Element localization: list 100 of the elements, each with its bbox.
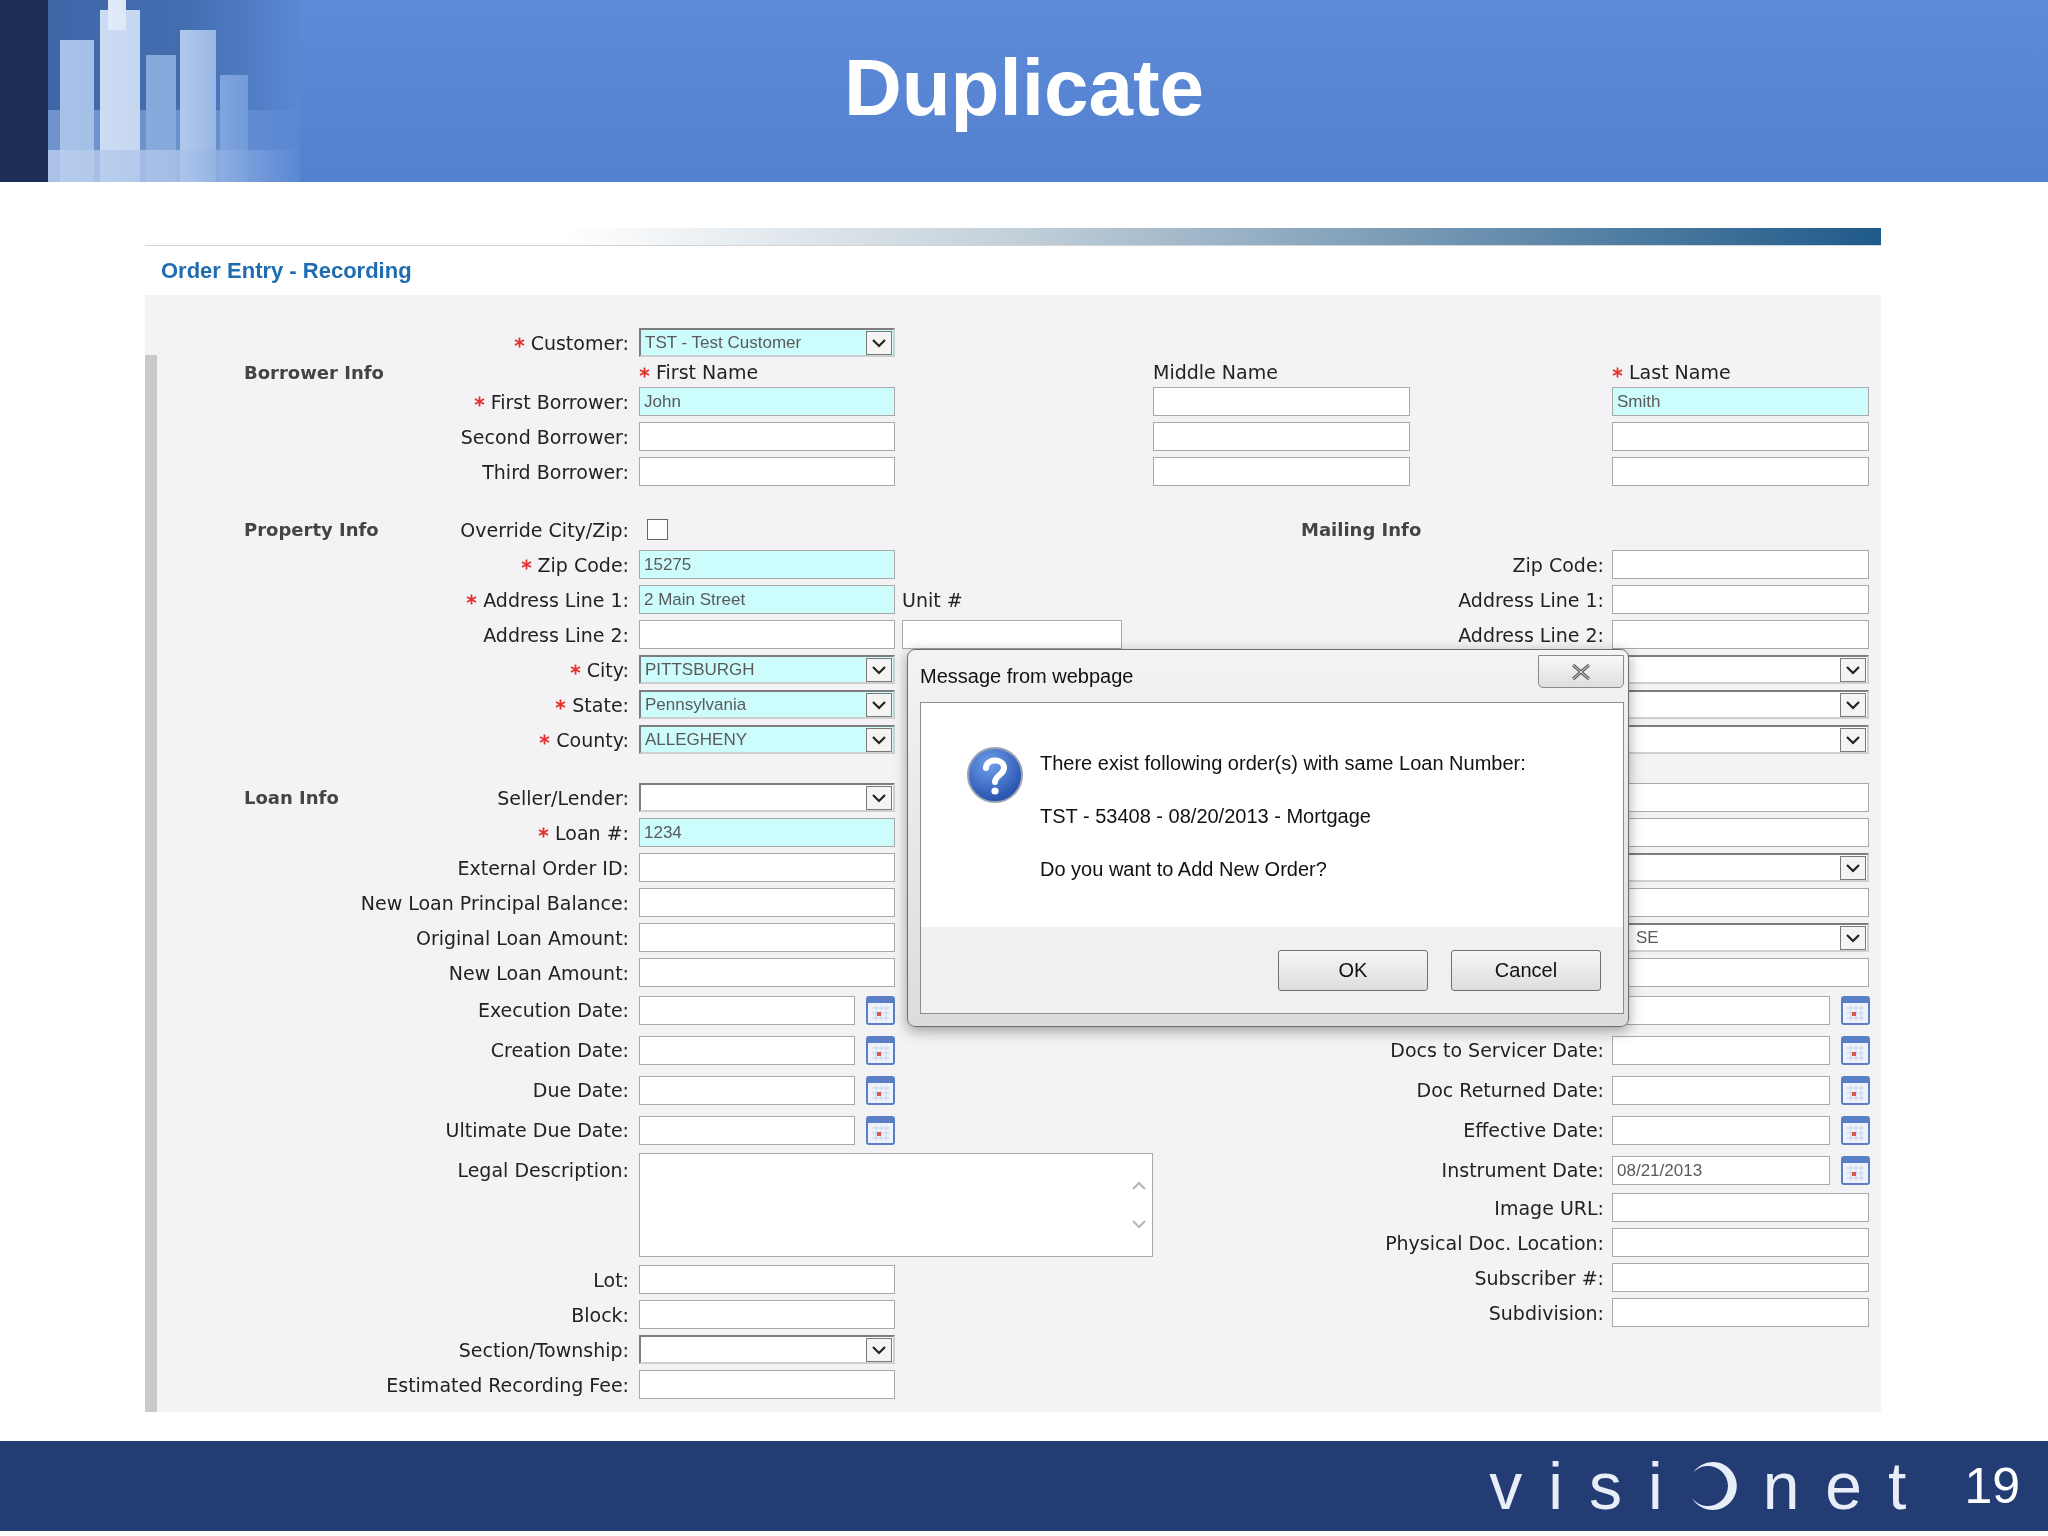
field-label: Zip Code: [537, 553, 629, 576]
field-label: Doc Returned Date: [1416, 1079, 1604, 1101]
column-header: First Name [656, 361, 759, 383]
calendar-icon[interactable] [1841, 1115, 1870, 1145]
field-label: Block: [571, 1303, 629, 1326]
calendar-icon[interactable] [1841, 1155, 1870, 1185]
field-label: Override City/Zip: [460, 518, 629, 541]
date-field[interactable] [1612, 1075, 1830, 1105]
field-label: County: [556, 728, 629, 751]
date-field[interactable] [1612, 1035, 1830, 1065]
calendar-icon[interactable] [866, 1035, 895, 1065]
text-field[interactable] [1153, 422, 1410, 451]
text-field[interactable] [639, 1370, 895, 1399]
field-label: Original Loan Amount: [415, 926, 629, 949]
text-field[interactable] [1612, 620, 1869, 649]
field-label: Address Line 2: [1458, 623, 1604, 646]
field-label: Subscriber #: [1474, 1266, 1604, 1289]
text-field[interactable]: John [639, 387, 895, 416]
field-label: Instrument Date: [1441, 1159, 1604, 1181]
dropdown[interactable] [639, 1335, 895, 1364]
field-label: Docs to Servicer Date: [1390, 1039, 1604, 1061]
calendar-icon[interactable] [866, 1115, 895, 1145]
text-field[interactable] [1612, 585, 1869, 614]
dialog-title: Message from webpage [920, 664, 1134, 688]
cancel-button[interactable]: Cancel [1451, 949, 1601, 991]
field-label: Subdivision: [1488, 1301, 1604, 1324]
calendar-icon[interactable] [1841, 995, 1870, 1025]
text-field[interactable] [1612, 1298, 1869, 1327]
text-field[interactable] [1612, 422, 1869, 451]
date-field[interactable] [1612, 1115, 1830, 1145]
close-icon [1570, 662, 1592, 681]
text-field[interactable] [1612, 1263, 1869, 1292]
field-label: First Borrower: [490, 390, 629, 413]
text-field[interactable]: 1234 [639, 818, 895, 847]
section-heading: Borrower Info [244, 361, 384, 383]
page-heading: Order Entry - Recording [161, 257, 412, 284]
text-field[interactable] [639, 923, 895, 952]
field-label: Legal Description: [457, 1159, 629, 1181]
field-label: Physical Doc. Location: [1385, 1231, 1604, 1254]
field-label: Section/Township: [458, 1338, 629, 1361]
text-field[interactable] [639, 422, 895, 451]
text-field[interactable] [1612, 550, 1869, 579]
text-field[interactable]: 2 Main Street [639, 585, 895, 614]
field-label: Second Borrower: [460, 425, 629, 448]
dropdown[interactable] [639, 783, 895, 812]
field-label: Creation Date: [490, 1039, 629, 1061]
field-label: Due Date: [532, 1079, 629, 1101]
calendar-icon[interactable] [1841, 1035, 1870, 1065]
text-field[interactable] [639, 1300, 895, 1329]
field-label: Loan #: [555, 821, 629, 844]
question-icon [966, 746, 1024, 804]
text-area[interactable] [639, 1153, 1153, 1257]
text-field[interactable] [639, 1265, 895, 1294]
field-label: New Loan Amount: [448, 961, 629, 984]
field-label: Image URL: [1494, 1196, 1604, 1219]
section-heading: Property Info [244, 519, 379, 540]
dropdown[interactable]: Pennsylvania [639, 690, 895, 719]
text-field[interactable]: 15275 [639, 550, 895, 579]
field-label: Unit # [902, 588, 963, 611]
field-label: Seller/Lender: [497, 786, 629, 809]
date-field[interactable] [639, 1115, 855, 1145]
text-field[interactable] [639, 457, 895, 486]
field-label: Execution Date: [477, 999, 629, 1021]
field-label: Customer: [530, 331, 629, 354]
dropdown[interactable]: PITTSBURGH [639, 655, 895, 684]
field-label: Third Borrower: [482, 460, 629, 483]
ok-button[interactable]: OK [1278, 949, 1428, 991]
date-field[interactable] [639, 1035, 855, 1065]
dialog-message: Do you want to Add New Order? [1040, 857, 1328, 882]
logo-text: visi [1489, 1448, 1689, 1524]
section-heading: Mailing Info [1301, 519, 1422, 540]
page-number: 19 [1964, 1457, 2020, 1515]
checkbox[interactable] [647, 519, 668, 540]
dropdown[interactable]: TST - Test Customer [639, 328, 895, 357]
text-field[interactable] [1612, 457, 1869, 486]
field-label: Address Line 1: [483, 588, 629, 611]
field-label: New Loan Principal Balance: [360, 891, 629, 914]
text-field[interactable] [1153, 457, 1410, 486]
text-field[interactable] [639, 620, 895, 649]
text-field[interactable] [1612, 1228, 1869, 1257]
column-header: Last Name [1629, 361, 1731, 383]
text-field[interactable] [1153, 387, 1410, 416]
date-field[interactable]: 08/21/2013 [1612, 1155, 1830, 1185]
text-field[interactable] [1612, 1193, 1869, 1222]
calendar-icon[interactable] [1841, 1075, 1870, 1105]
text-field[interactable]: Smith [1612, 387, 1869, 416]
date-field[interactable] [639, 1075, 855, 1105]
logo-text: net [1762, 1448, 1933, 1524]
slide-title: Duplicate [843, 42, 1205, 134]
text-field[interactable] [639, 853, 895, 882]
calendar-icon[interactable] [866, 995, 895, 1025]
field-label: External Order ID: [457, 856, 629, 879]
text-field[interactable] [639, 888, 895, 917]
field-label: State: [572, 693, 629, 716]
dropdown[interactable]: ALLEGHENY [639, 725, 895, 754]
calendar-icon[interactable] [866, 1075, 895, 1105]
close-button[interactable] [1538, 655, 1624, 688]
date-field[interactable] [639, 995, 855, 1025]
text-field[interactable] [639, 958, 895, 987]
text-field[interactable] [902, 620, 1122, 649]
